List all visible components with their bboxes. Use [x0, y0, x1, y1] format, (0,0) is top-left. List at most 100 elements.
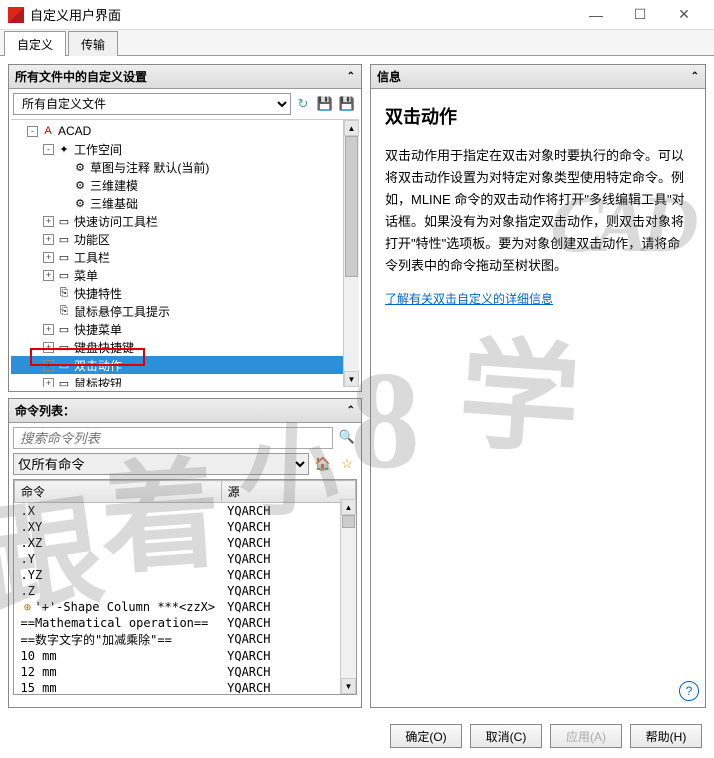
ok-button[interactable]: 确定(O) — [390, 724, 462, 748]
command-list-title: 命令列表： — [15, 402, 75, 419]
table-row[interactable]: 15 mmYQARCH — [15, 680, 356, 696]
help-button[interactable]: 帮助(H) — [630, 724, 702, 748]
command-table[interactable]: 命令 源 .XYQARCH.XYYQARCH.XZYQARCH.YYQARCH.… — [13, 479, 357, 695]
customization-tree[interactable]: -AACAD-✦工作空间⚙草图与注释 默认(当前)⚙三维建模⚙三维基础+▭快速访… — [11, 119, 359, 387]
tree-node-label: 鼠标按钮 — [74, 375, 122, 388]
tree-item[interactable]: +▭快速访问工具栏 — [11, 212, 359, 230]
customization-file-select[interactable]: 所有自定义文件 — [13, 93, 291, 115]
minimize-button[interactable]: — — [574, 1, 618, 29]
scroll-down-button[interactable]: ▼ — [344, 371, 359, 387]
tree-item[interactable]: +▭鼠标按钮 — [11, 374, 359, 387]
tree-expand-icon[interactable]: + — [43, 216, 54, 227]
command-name: '+'-Shape Column ***<zzX> — [35, 600, 216, 614]
tree-expand-icon[interactable]: + — [43, 234, 54, 245]
tree-node-icon: ⎘ — [56, 304, 72, 318]
tree-item[interactable]: ⚙三维基础 — [11, 194, 359, 212]
tree-expand-icon[interactable]: + — [43, 378, 54, 388]
tree-item[interactable]: +▭功能区 — [11, 230, 359, 248]
tree-expand-icon[interactable]: + — [43, 342, 54, 353]
command-source: YQARCH — [221, 503, 355, 519]
app-logo-icon — [8, 7, 24, 23]
tree-node-label: 工作空间 — [74, 141, 122, 158]
tree-node-label: 快捷菜单 — [74, 321, 122, 338]
tree-item[interactable]: +▭快捷菜单 — [11, 320, 359, 338]
tree-node-label: 功能区 — [74, 231, 110, 248]
table-row[interactable]: .XYYQARCH — [15, 519, 356, 535]
command-name: 12 mm — [21, 665, 57, 679]
rollup-icon[interactable]: ⌃ — [347, 405, 355, 416]
star-icon[interactable]: ☆ — [337, 454, 357, 474]
save-icon[interactable]: 💾 — [315, 94, 335, 114]
tree-item[interactable]: +▭菜单 — [11, 266, 359, 284]
command-name: .Y — [21, 552, 35, 566]
table-row[interactable]: 12 mm YQARCH — [15, 664, 356, 680]
tree-node-icon: A — [40, 124, 56, 138]
scroll-up-button[interactable]: ▲ — [341, 499, 356, 515]
tree-expand-icon[interactable]: + — [43, 270, 54, 281]
tree-node-icon: ▭ — [56, 268, 72, 282]
maximize-button[interactable]: ☐ — [618, 1, 662, 29]
cancel-button[interactable]: 取消(C) — [470, 724, 542, 748]
info-link[interactable]: 了解有关双击自定义的详细信息 — [385, 292, 553, 306]
table-row[interactable]: .YYQARCH — [15, 551, 356, 567]
tree-node-label: ACAD — [58, 124, 91, 138]
tree-item[interactable]: +▭键盘快捷键 — [11, 338, 359, 356]
tree-item[interactable]: -✦工作空间 — [11, 140, 359, 158]
save-all-icon[interactable]: 💾 — [337, 94, 357, 114]
tree-expand-icon[interactable]: + — [43, 360, 54, 371]
tree-expand-icon[interactable]: + — [43, 324, 54, 335]
command-name: .Z — [21, 584, 35, 598]
command-source: YQARCH — [221, 567, 355, 583]
table-row[interactable]: ⊕'+'-Shape Column ***<zzX> YQARCH — [15, 599, 356, 615]
command-name: ==Mathematical operation== — [21, 616, 209, 630]
tree-item[interactable]: ⎘鼠标悬停工具提示 — [11, 302, 359, 320]
command-icon: ⊕ — [21, 600, 35, 614]
tree-node-label: 快捷特性 — [74, 285, 122, 302]
tree-expand-icon[interactable]: - — [27, 126, 38, 137]
command-search-input[interactable] — [13, 427, 333, 449]
table-row[interactable]: ==数字文字的"加减乘除"== YQARCH — [15, 631, 356, 648]
tree-node-icon: ▭ — [56, 340, 72, 354]
command-filter-select[interactable]: 仅所有命令 — [13, 453, 309, 475]
scroll-up-button[interactable]: ▲ — [344, 120, 359, 136]
table-row[interactable]: 10 mmYQARCH — [15, 648, 356, 664]
command-source: YQARCH — [221, 615, 355, 631]
table-row[interactable]: .XYQARCH — [15, 503, 356, 519]
tab-transfer[interactable]: 传输 — [68, 31, 118, 56]
column-source[interactable]: 源 — [221, 481, 355, 503]
favorite-icon[interactable]: 🏠 — [313, 454, 333, 474]
command-source: YQARCH — [221, 631, 355, 648]
customization-panel-title: 所有文件中的自定义设置 — [15, 68, 147, 85]
close-button[interactable]: ✕ — [662, 1, 706, 29]
command-name: .XY — [21, 520, 43, 534]
command-source: YQARCH — [221, 648, 355, 664]
tree-item[interactable]: +▭工具栏 — [11, 248, 359, 266]
command-name: .XZ — [21, 536, 43, 550]
refresh-icon[interactable]: ↻ — [293, 94, 313, 114]
tree-item[interactable]: ⎘快捷特性 — [11, 284, 359, 302]
tree-expand-icon[interactable]: + — [43, 252, 54, 263]
scroll-down-button[interactable]: ▼ — [341, 678, 356, 694]
rollup-icon[interactable]: ⌃ — [691, 71, 699, 82]
command-source: YQARCH — [221, 599, 355, 615]
apply-button[interactable]: 应用(A) — [550, 724, 622, 748]
tree-item[interactable]: +▭双击动作 — [11, 356, 359, 374]
info-panel-title: 信息 — [377, 68, 401, 85]
tree-item[interactable]: ⚙三维建模 — [11, 176, 359, 194]
table-row[interactable]: .XZYQARCH — [15, 535, 356, 551]
tree-expand-icon[interactable]: - — [43, 144, 54, 155]
table-row[interactable]: .ZYQARCH — [15, 583, 356, 599]
rollup-icon[interactable]: ⌃ — [347, 71, 355, 82]
command-name: ==数字文字的"加减乘除"== — [21, 633, 172, 647]
table-row[interactable]: ==Mathematical operation== YQARCH — [15, 615, 356, 631]
context-help-icon[interactable]: ? — [679, 681, 699, 701]
tree-item[interactable]: ⚙草图与注释 默认(当前) — [11, 158, 359, 176]
command-source: YQARCH — [221, 664, 355, 680]
column-command[interactable]: 命令 — [15, 481, 222, 503]
command-source: YQARCH — [221, 680, 355, 696]
tree-node-label: 鼠标悬停工具提示 — [74, 303, 170, 320]
search-icon[interactable]: 🔍 — [337, 427, 357, 447]
table-row[interactable]: .YZYQARCH — [15, 567, 356, 583]
tree-item[interactable]: -AACAD — [11, 122, 359, 140]
tab-customize[interactable]: 自定义 — [4, 31, 66, 56]
